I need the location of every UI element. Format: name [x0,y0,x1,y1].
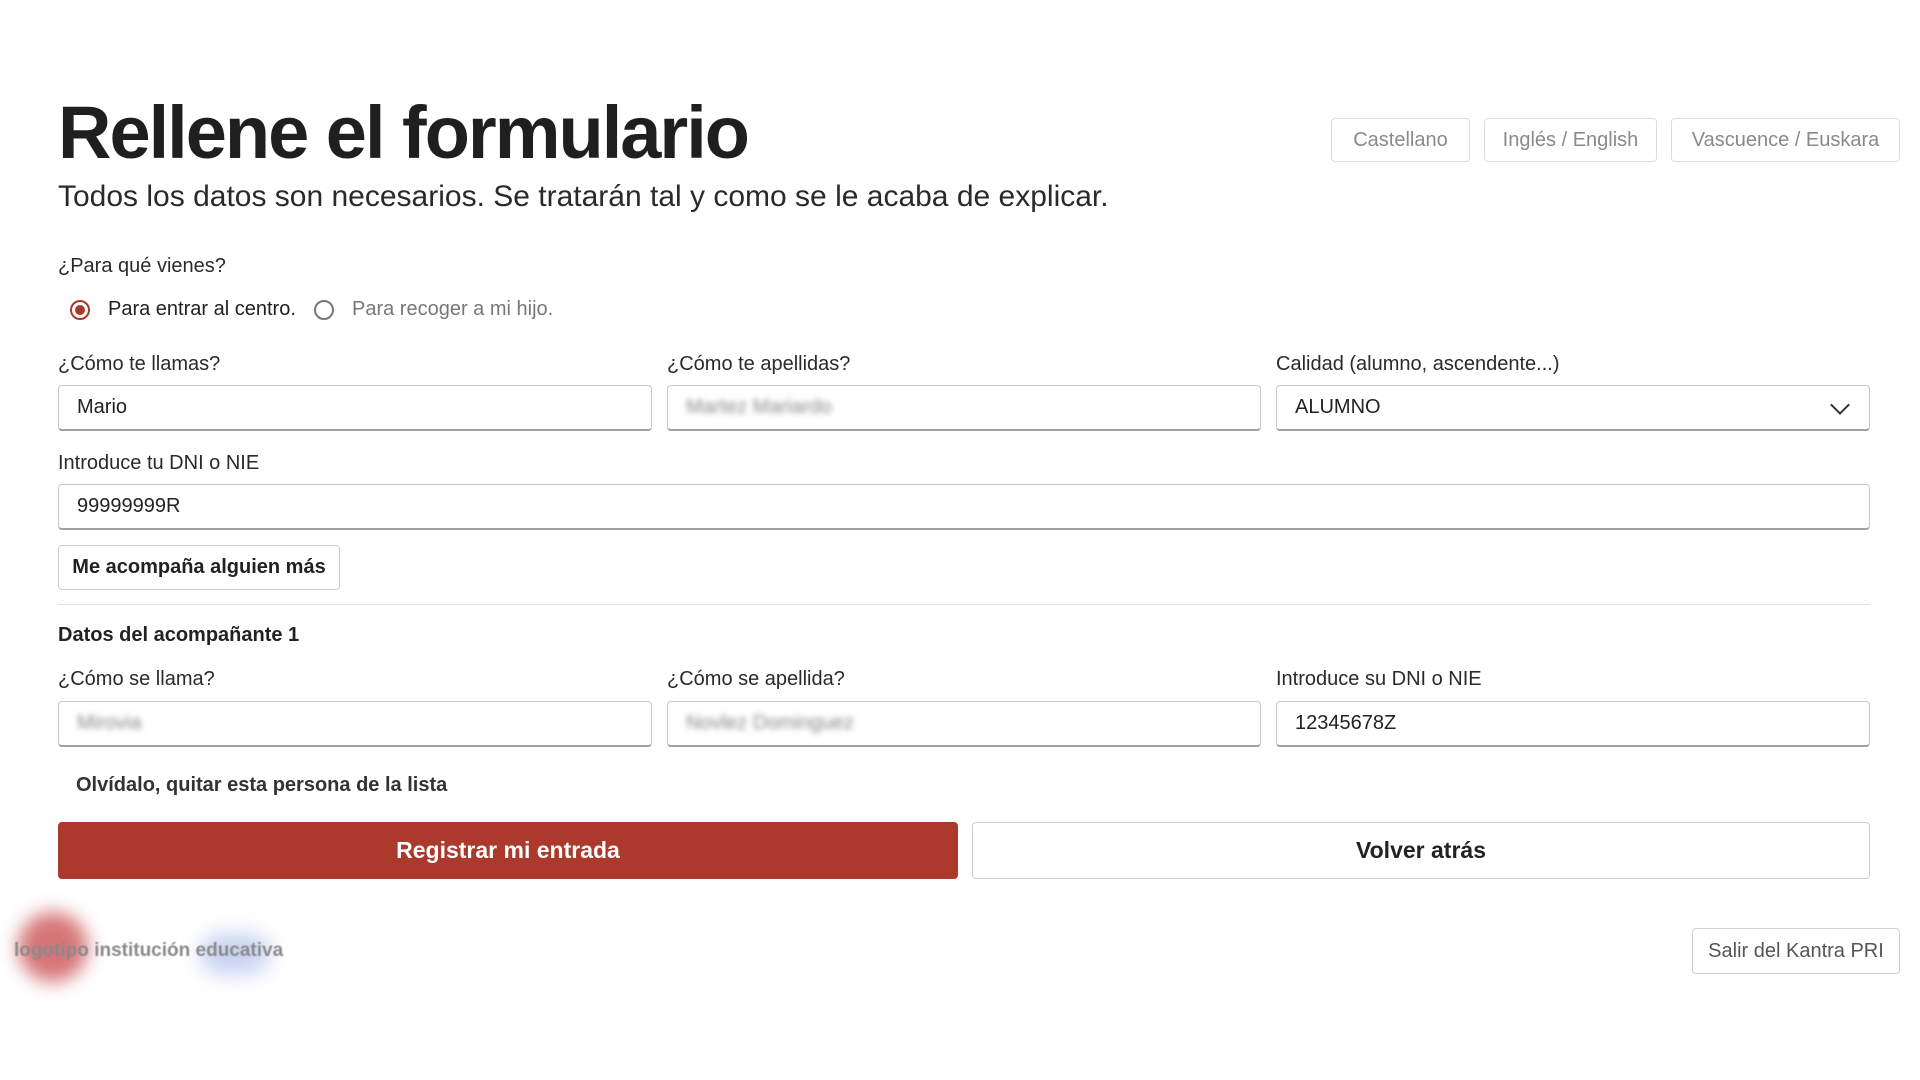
radio-enter-center[interactable]: Para entrar al centro. [70,298,296,321]
quality-label: Calidad (alumno, ascendente...) [1276,353,1560,375]
companion-dni-value: 12345678Z [1295,712,1397,734]
radio-pick-up-child[interactable]: Para recoger a mi hijo. [314,298,553,321]
companion-surname-input[interactable]: Novlez Dominguez [667,701,1261,747]
name-label: ¿Cómo te llamas? [58,353,221,375]
radio-pickup-label: Para recoger a mi hijo. [352,298,554,320]
radio-unchecked-icon[interactable] [314,299,334,320]
lang-euskara-button[interactable]: Vascuence / Euskara [1671,118,1900,162]
section-divider [58,604,1870,605]
dni-value: 99999999R [77,495,181,517]
quality-select[interactable]: ALUMNO [1276,385,1870,431]
companion-section-title: Datos del acompañante 1 [58,624,300,646]
page-title: Rellene el formulario [58,91,750,174]
lang-english-button[interactable]: Inglés / English [1484,118,1657,162]
quality-value: ALUMNO [1295,396,1381,418]
radio-enter-label: Para entrar al centro. [108,298,296,320]
companion-name-label: ¿Cómo se llama? [58,668,215,690]
name-input[interactable]: Mario [58,385,652,431]
name-value: Mario [77,396,128,418]
institution-logo-text: logotipo institución educativa [14,940,284,961]
chevron-down-icon [1830,395,1850,415]
lang-castellano-button[interactable]: Castellano [1331,118,1470,162]
companion-surname-label: ¿Cómo se apellida? [667,668,845,690]
back-button[interactable]: Volver atrás [972,822,1870,879]
surname-value: Martez Mariardo [686,396,832,418]
purpose-label: ¿Para qué vienes? [58,255,226,277]
surname-input[interactable]: Martez Mariardo [667,385,1261,431]
companion-dni-input[interactable]: 12345678Z [1276,701,1870,747]
radio-checked-icon[interactable] [70,299,90,320]
companion-dni-label: Introduce su DNI o NIE [1276,668,1482,690]
exit-button[interactable]: Salir del Kantra PRI [1692,928,1900,974]
companion-name-input[interactable]: Mirovia [58,701,652,747]
submit-entry-button[interactable]: Registrar mi entrada [58,822,958,879]
dni-input[interactable]: 99999999R [58,484,1870,530]
companion-name-value: Mirovia [77,712,142,734]
page-subtitle: Todos los datos son necesarios. Se trata… [58,180,1109,213]
dni-label: Introduce tu DNI o NIE [58,452,260,474]
remove-companion-link[interactable]: Olvídalo, quitar esta persona de la list… [76,774,447,797]
surname-label: ¿Cómo te apellidas? [667,353,851,375]
companion-surname-value: Novlez Dominguez [686,712,854,734]
add-companion-button[interactable]: Me acompaña alguien más [58,545,340,590]
